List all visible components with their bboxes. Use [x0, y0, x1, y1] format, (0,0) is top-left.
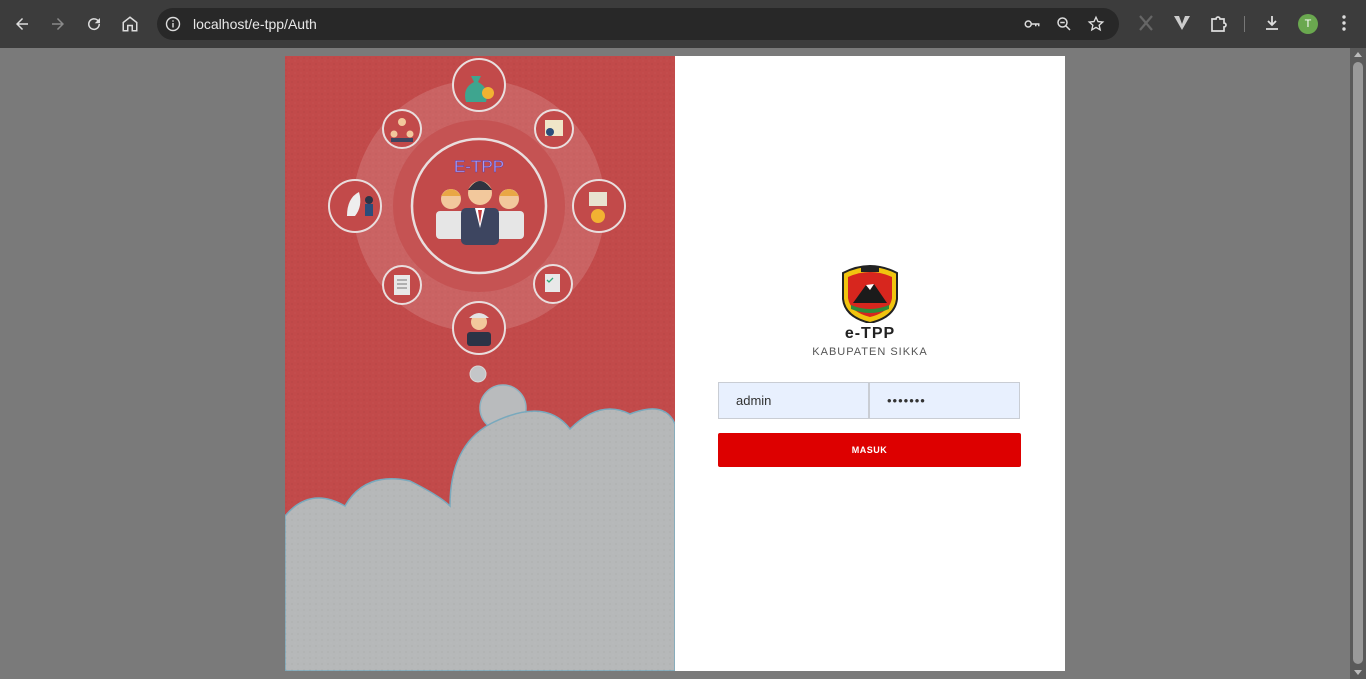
extensions-puzzle-icon[interactable] [1208, 13, 1228, 33]
zoom-icon[interactable] [1055, 15, 1073, 33]
page-scrollbar[interactable] [1350, 48, 1366, 679]
url-text[interactable]: localhost/e-tpp/Auth [193, 16, 317, 32]
medal-award-icon [572, 179, 626, 233]
scroll-thumb[interactable] [1353, 62, 1363, 664]
profile-avatar[interactable]: T [1298, 14, 1318, 34]
rocket-launch-icon [328, 179, 382, 233]
forward-icon[interactable] [46, 12, 70, 36]
scroll-down-arrow[interactable] [1354, 670, 1362, 675]
center-label: E-TPP [454, 157, 504, 176]
money-bag-icon [452, 58, 506, 112]
username-input[interactable] [718, 382, 869, 419]
kabupaten-sikka-logo [842, 265, 898, 323]
vivaldi-extension-icon[interactable] [1172, 13, 1192, 33]
menu-kebab-icon[interactable] [1334, 13, 1354, 33]
address-bar[interactable]: localhost/e-tpp/Auth [157, 8, 1119, 40]
certificate-icon [534, 109, 574, 149]
eTPP-illustration: E-TPP [285, 56, 675, 671]
team-people-icon [436, 181, 524, 245]
password-input[interactable] [869, 382, 1020, 419]
download-icon[interactable] [1262, 13, 1282, 33]
back-icon[interactable] [10, 12, 34, 36]
login-panel: e-TPP KABUPATEN SIKKA MASUK [675, 56, 1065, 671]
reload-icon[interactable] [82, 12, 106, 36]
browser-toolbar: localhost/e-tpp/Auth T [0, 0, 1366, 48]
team-hierarchy-icon [382, 109, 422, 149]
checklist-document-icon [533, 264, 573, 304]
toolbar-separator [1244, 16, 1245, 32]
judge-official-icon [452, 301, 506, 355]
info-icon[interactable] [165, 16, 181, 32]
app-title: e-TPP [844, 325, 896, 342]
login-submit-button[interactable]: MASUK [718, 433, 1021, 467]
home-icon[interactable] [118, 12, 142, 36]
app-subtitle: KABUPATEN SIKKA [812, 346, 928, 358]
key-icon[interactable] [1023, 15, 1041, 33]
scroll-up-arrow[interactable] [1354, 52, 1362, 57]
x-extension-icon[interactable] [1136, 13, 1156, 33]
star-icon[interactable] [1087, 15, 1105, 33]
notes-document-icon [382, 265, 422, 305]
login-card: E-TPP e-TPP KABUPATEN SIKKA admin ••••••… [285, 56, 1065, 671]
illustration-panel: E-TPP [285, 56, 675, 671]
